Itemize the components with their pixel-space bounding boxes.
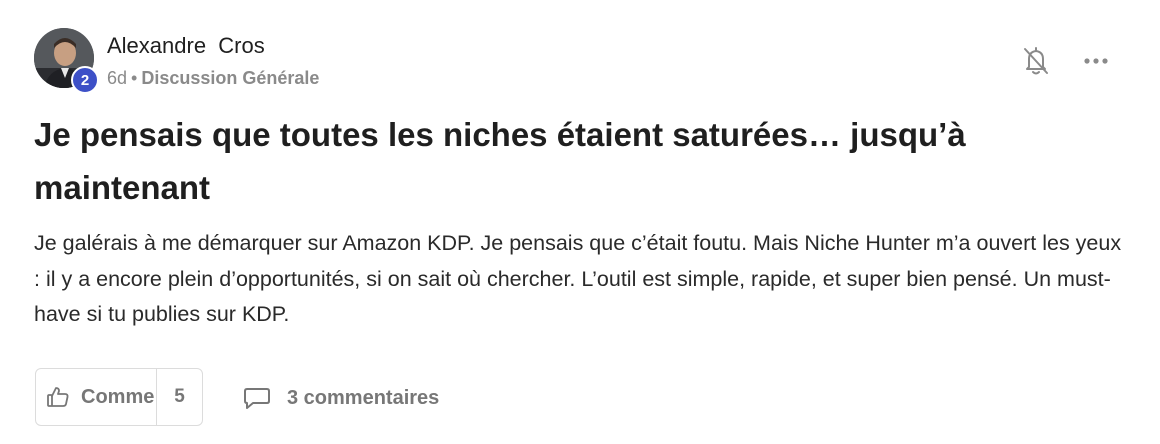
like-label: Comme (81, 385, 155, 408)
author-name[interactable]: Alexandre Cros (107, 33, 265, 59)
like-control: Comme 5 (35, 368, 203, 426)
post-age: 6d (107, 68, 128, 88)
category-link[interactable]: Discussion Générale (141, 68, 319, 88)
thumbs-up-icon (47, 387, 69, 407)
more-horizontal-icon[interactable] (1080, 50, 1112, 72)
post-meta: 6d • Discussion Générale (107, 68, 319, 89)
bell-off-icon[interactable] (1022, 45, 1050, 77)
comments-label: 3 commentaires (287, 386, 440, 409)
like-button[interactable]: Comme (36, 369, 157, 425)
meta-separator: • (131, 68, 138, 88)
comment-bubble-icon (244, 388, 270, 409)
comments-button[interactable]: 3 commentaires (243, 384, 439, 412)
like-count[interactable]: 5 (157, 386, 202, 408)
post-card: 2 Alexandre Cros 6d • Discussion Générale … (0, 0, 1160, 444)
post-title[interactable]: Je pensais que toutes les niches étaient… (34, 108, 1034, 214)
post-body: Je galérais à me démarquer sur Amazon KD… (34, 231, 1122, 326)
level-badge: 2 (71, 66, 99, 94)
